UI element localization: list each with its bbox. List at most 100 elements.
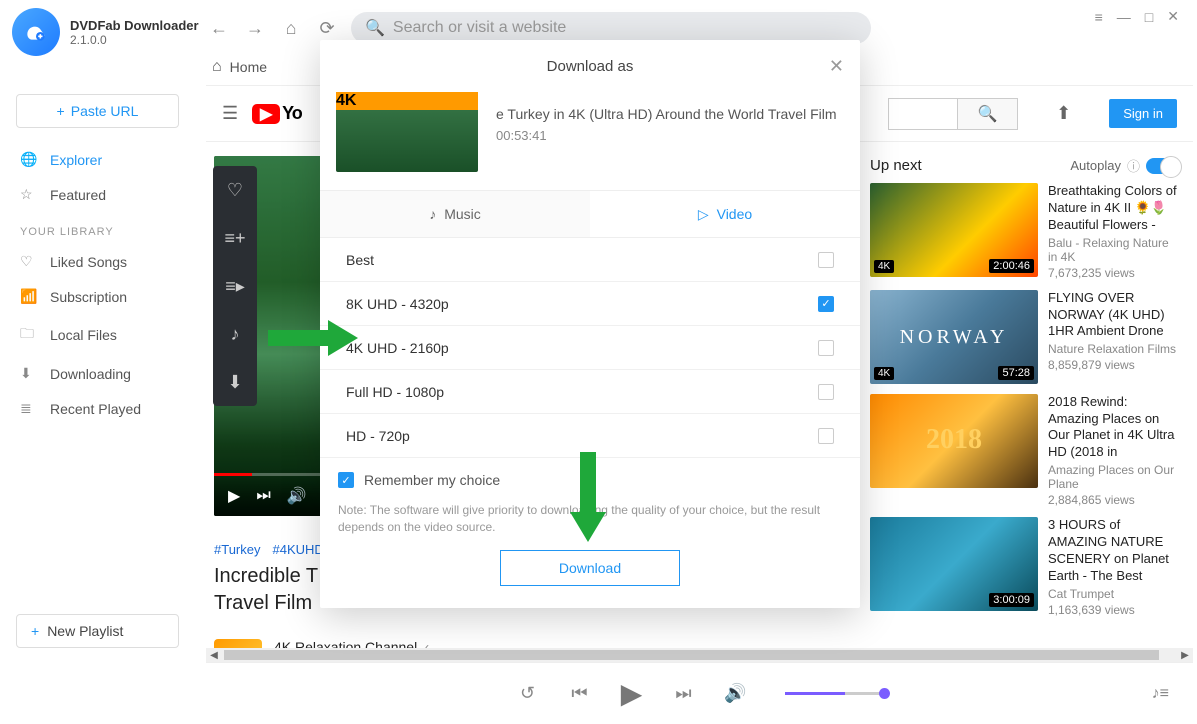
tab-music[interactable]: ♪ Music [320, 191, 590, 237]
yt-logo[interactable]: ▶ Yo [252, 103, 302, 124]
rec-thumbnail: 2:00:464K [870, 183, 1038, 277]
music-icon: ♪ [429, 206, 436, 222]
quality-label: Full HD - 1080p [346, 384, 444, 400]
maximize-button[interactable]: □ [1145, 9, 1153, 25]
tab-video[interactable]: ▷ Video [590, 191, 860, 237]
rec-item[interactable]: 2:00:464KBreathtaking Colors of Nature i… [870, 183, 1180, 280]
upload-icon[interactable]: ⬆ [1056, 103, 1071, 124]
star-icon: ☆ [20, 186, 38, 203]
quality-option[interactable]: 4K UHD - 2160p [320, 326, 860, 370]
download-button[interactable]: Download [500, 550, 680, 586]
quality-list[interactable]: Best 8K UHD - 4320p ✓ 4K UHD - 2160p Full HD… [320, 238, 860, 458]
quality-label: Best [346, 252, 374, 268]
yt-search-input[interactable] [888, 98, 958, 130]
play-button[interactable]: ▶ [619, 677, 645, 710]
duration-badge: 3:00:09 [989, 593, 1034, 607]
toolstrip-music-icon[interactable]: ♪ [213, 310, 257, 358]
modal-title: Download as [547, 58, 634, 75]
sidebar-item-downloading[interactable]: ⬇ Downloading [16, 356, 179, 391]
toolstrip-playnext-icon[interactable]: ≡▸ [213, 262, 257, 310]
toolstrip-like-icon[interactable]: ♡ [213, 166, 257, 214]
toolstrip-addlist-icon[interactable]: ≡+ [213, 214, 257, 262]
paste-url-button[interactable]: + Paste URL [16, 94, 179, 128]
speaker-icon[interactable]: 🔊 [723, 683, 749, 704]
yt-search-button[interactable]: 🔍 [958, 98, 1018, 130]
rec-item[interactable]: 3:00:09 3 HOURS of AMAZING NATURE SCENERY… [870, 517, 1180, 617]
upnext-header: Up next Autoplay ⓘ [870, 156, 1180, 175]
sidebar-item-featured[interactable]: ☆ Featured [16, 177, 179, 212]
badge-4k: 4K [874, 367, 894, 380]
rec-title: 3 HOURS of AMAZING NATURE SCENERY on Pla… [1048, 517, 1180, 585]
badge-4k: 4K [874, 260, 894, 273]
play-icon[interactable]: ▶ [228, 486, 240, 506]
replay-icon[interactable]: ↺ [515, 683, 541, 704]
sidebar-item-label: Liked Songs [50, 254, 127, 270]
tab-music-label: Music [444, 206, 481, 222]
nav-back-button[interactable]: ← [207, 16, 231, 40]
search-icon: 🔍 [365, 18, 385, 38]
modal-close-icon[interactable]: ✕ [829, 56, 844, 77]
signin-button[interactable]: Sign in [1109, 99, 1177, 128]
modal-preview: 4K e Turkey in 4K (Ultra HD) Around the … [320, 92, 860, 190]
sidebar-item-label: Featured [50, 187, 106, 203]
yt-search: 🔍 [888, 98, 1018, 130]
sidebar-item-recent[interactable]: ≣ Recent Played [16, 391, 179, 426]
rec-item[interactable]: 57:284KNORWAYFLYING OVER NORWAY (4K UHD)… [870, 290, 1180, 384]
sidebar-item-explorer[interactable]: 🌐 Explorer [16, 142, 179, 177]
remember-checkbox[interactable]: ✓ [338, 472, 354, 488]
prev-track-icon[interactable]: ⏮ [567, 683, 593, 704]
paste-url-label: Paste URL [71, 103, 139, 119]
quality-option[interactable]: 8K UHD - 4320p ✓ [320, 282, 860, 326]
tag-link[interactable]: #4KUHD [272, 542, 323, 557]
scroll-right-icon[interactable]: ▶ [1177, 650, 1193, 661]
sidebar-item-subscription[interactable]: 📶 Subscription [16, 279, 179, 314]
volume-slider[interactable] [785, 692, 885, 695]
rec-item[interactable]: 20182018 Rewind: Amazing Places on Our P… [870, 394, 1180, 508]
modal-tabs: ♪ Music ▷ Video [320, 190, 860, 238]
volume-icon[interactable]: 🔊 [287, 486, 307, 506]
toolstrip-download-icon[interactable]: ⬇ [213, 358, 257, 406]
close-button[interactable]: ✕ [1167, 8, 1179, 25]
info-icon[interactable]: ⓘ [1127, 156, 1140, 175]
nav-home-button[interactable]: ⌂ [279, 16, 303, 40]
autoplay-toggle[interactable] [1146, 158, 1180, 174]
yt-play-icon: ▶ [252, 104, 280, 124]
home-tab[interactable]: Home [230, 59, 267, 75]
quality-checkbox[interactable] [818, 428, 834, 444]
next-track-icon[interactable]: ⏭ [671, 683, 697, 704]
rss-icon: 📶 [20, 288, 38, 305]
quality-checkbox[interactable]: ✓ [818, 296, 834, 312]
tag-link[interactable]: #Turkey [214, 542, 260, 557]
browser-toolbar: ← → ⌂ ⟳ 🔍 Search or visit a website [207, 8, 1095, 44]
hamburger-icon[interactable]: ☰ [222, 103, 238, 124]
minimize-button[interactable]: — [1117, 9, 1131, 25]
rec-channel: Amazing Places on Our Plane [1048, 463, 1180, 491]
quality-checkbox[interactable] [818, 252, 834, 268]
nav-forward-button[interactable]: → [243, 16, 267, 40]
quality-option[interactable]: Full HD - 1080p [320, 370, 860, 414]
nav-reload-button[interactable]: ⟳ [315, 16, 339, 40]
horizontal-scrollbar[interactable]: ◀ ▶ [206, 648, 1193, 662]
scroll-thumb[interactable] [224, 650, 1159, 660]
thumb-overlay-text: 2018 [870, 424, 1038, 456]
next-icon[interactable]: ⏭ [256, 487, 270, 505]
heart-icon: ♡ [20, 253, 38, 270]
tab-video-label: Video [717, 206, 753, 222]
library-section-label: YOUR LIBRARY [20, 226, 179, 238]
quality-checkbox[interactable] [818, 340, 834, 356]
folder-icon: 🗀 [20, 323, 38, 347]
annotation-arrow [570, 452, 606, 542]
sidebar-item-localfiles[interactable]: 🗀 Local Files [16, 314, 179, 356]
queue-icon[interactable]: ♪≡ [1152, 685, 1169, 703]
sidebar-item-liked[interactable]: ♡ Liked Songs [16, 244, 179, 279]
menu-icon[interactable]: ≡ [1095, 9, 1103, 25]
new-playlist-button[interactable]: + New Playlist [16, 614, 179, 648]
sidebar: + Paste URL 🌐 Explorer ☆ Featured YOUR L… [0, 88, 195, 662]
quality-label: 8K UHD - 4320p [346, 296, 449, 312]
scroll-left-icon[interactable]: ◀ [206, 650, 222, 661]
rec-channel: Balu - Relaxing Nature in 4K [1048, 236, 1180, 264]
download-icon: ⬇ [20, 365, 38, 382]
quality-checkbox[interactable] [818, 384, 834, 400]
modal-header: Download as ✕ [320, 40, 860, 92]
quality-option[interactable]: Best [320, 238, 860, 282]
